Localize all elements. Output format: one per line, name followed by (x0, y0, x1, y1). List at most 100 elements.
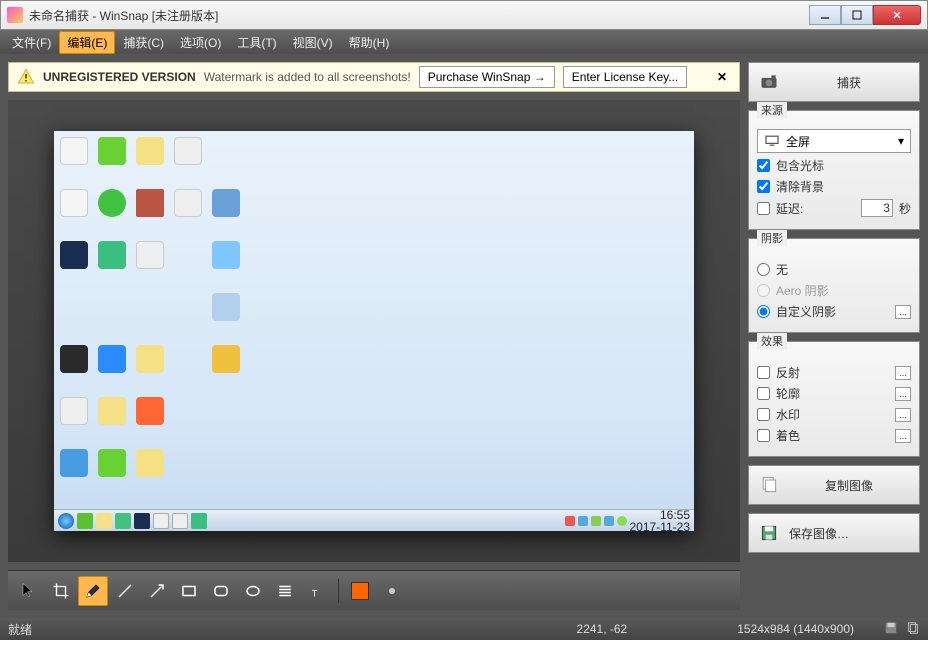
capture-button[interactable]: 捕获 (748, 62, 920, 102)
desktop-icon (98, 345, 126, 373)
include-cursor-checkbox[interactable] (757, 159, 770, 172)
save-image-button[interactable]: 保存图像… (748, 513, 920, 553)
monitor-icon (764, 135, 780, 147)
shadow-none-radio[interactable] (757, 263, 770, 276)
desktop-icon (212, 345, 240, 373)
source-mode-dropdown[interactable]: 全屏 ▾ (757, 129, 911, 153)
tool-rounded-rectangle[interactable] (206, 576, 236, 606)
watermark-checkbox[interactable] (757, 408, 770, 421)
status-dimensions: 1524x984 (1440x900) (737, 622, 854, 636)
preview-canvas[interactable]: 16:552017-11-23 (8, 100, 740, 562)
desktop-icon (136, 189, 164, 217)
contour-checkbox[interactable] (757, 387, 770, 400)
desktop-icon (98, 189, 126, 217)
save-icon (759, 523, 779, 543)
tool-blur[interactable] (270, 576, 300, 606)
watermark-edit-button[interactable]: ... (895, 408, 911, 422)
dropdown-caret-icon: ▾ (898, 134, 904, 148)
tool-pen[interactable] (78, 576, 108, 606)
shadow-custom-edit-button[interactable]: ... (895, 305, 911, 319)
colorize-label: 着色 (776, 427, 800, 444)
effects-group-title: 效果 (757, 333, 787, 349)
clear-background-checkbox[interactable] (757, 180, 770, 193)
desktop-icon (60, 189, 88, 217)
reflection-label: 反射 (776, 364, 800, 381)
desktop-icon (212, 241, 240, 269)
close-button[interactable] (873, 5, 921, 25)
enter-license-button[interactable]: Enter License Key... (563, 66, 688, 88)
desktop-icon (212, 189, 240, 217)
reflection-edit-button[interactable]: ... (895, 366, 911, 380)
contour-label: 轮廓 (776, 385, 800, 402)
desktop-icon (98, 449, 126, 477)
delay-checkbox[interactable] (757, 202, 770, 215)
copy-image-label: 复制图像 (789, 477, 909, 494)
status-save-icon[interactable] (884, 621, 898, 638)
maximize-button[interactable] (841, 5, 873, 25)
save-image-label: 保存图像… (789, 525, 909, 542)
banner-close-button[interactable]: ✕ (713, 70, 731, 84)
screenshot-preview: 16:552017-11-23 (54, 131, 694, 531)
svg-text:T: T (312, 588, 318, 598)
source-mode-value: 全屏 (786, 133, 810, 150)
menu-tools[interactable]: 工具(T) (229, 31, 284, 54)
tool-text[interactable]: T (302, 576, 332, 606)
desktop-icon (60, 345, 88, 373)
app-icon (7, 7, 23, 23)
tool-pointer[interactable] (14, 576, 44, 606)
colorize-edit-button[interactable]: ... (895, 429, 911, 443)
tool-size[interactable] (377, 576, 407, 606)
source-group-title: 来源 (757, 102, 787, 118)
window-titlebar: 未命名捕获 - WinSnap [未注册版本] (0, 0, 928, 30)
desktop-icon (174, 189, 202, 217)
camera-icon (759, 72, 779, 92)
menu-help[interactable]: 帮助(H) (341, 31, 398, 54)
statusbar: 就绪 2241, -62 1524x984 (1440x900) (0, 618, 928, 640)
desktop-icon (136, 241, 164, 269)
copy-image-button[interactable]: 复制图像 (748, 465, 920, 505)
shadow-aero-radio (757, 284, 770, 297)
clear-background-label: 清除背景 (776, 178, 824, 195)
status-coords: 2241, -62 (577, 622, 628, 636)
tool-line[interactable] (110, 576, 140, 606)
unregistered-title: UNREGISTERED VERSION (43, 70, 196, 84)
warning-icon (17, 68, 35, 86)
reflection-checkbox[interactable] (757, 366, 770, 379)
menubar: 文件(F) 编辑(E) 捕获(C) 选项(O) 工具(T) 视图(V) 帮助(H… (0, 30, 928, 54)
status-copy-icon[interactable] (906, 621, 920, 638)
tool-rectangle[interactable] (174, 576, 204, 606)
drawing-toolbar: T (8, 570, 740, 610)
menu-options[interactable]: 选项(O) (172, 31, 229, 54)
delay-input[interactable] (861, 199, 893, 217)
tool-color[interactable] (345, 576, 375, 606)
desktop-icon (174, 137, 202, 165)
right-panel: 捕获 来源 全屏 ▾ 包含光标 清除背景 延迟: 秒 (748, 54, 928, 618)
menu-capture[interactable]: 捕获(C) (115, 31, 172, 54)
desktop-icon (60, 137, 88, 165)
desktop-icon (212, 293, 240, 321)
minimize-button[interactable] (809, 5, 841, 25)
desktop-icon (136, 449, 164, 477)
tool-crop[interactable] (46, 576, 76, 606)
delay-unit: 秒 (899, 200, 911, 217)
desktop-icon (60, 449, 88, 477)
menu-view[interactable]: 视图(V) (285, 31, 341, 54)
shadow-aero-label: Aero 阴影 (776, 282, 829, 299)
desktop-icon (60, 241, 88, 269)
shadow-custom-radio[interactable] (757, 305, 770, 318)
tool-arrow[interactable] (142, 576, 172, 606)
tool-ellipse[interactable] (238, 576, 268, 606)
unregistered-banner: UNREGISTERED VERSION Watermark is added … (8, 62, 740, 92)
include-cursor-label: 包含光标 (776, 157, 824, 174)
desktop-icon (60, 397, 88, 425)
colorize-checkbox[interactable] (757, 429, 770, 442)
menu-file[interactable]: 文件(F) (4, 31, 59, 54)
desktop-icon (98, 241, 126, 269)
taskbar: 16:552017-11-23 (54, 509, 694, 531)
capture-button-label: 捕获 (789, 74, 909, 91)
purchase-button[interactable]: Purchase WinSnap → (419, 66, 555, 88)
shadow-none-label: 无 (776, 261, 788, 278)
menu-edit[interactable]: 编辑(E) (59, 31, 115, 54)
desktop-icon (136, 397, 164, 425)
contour-edit-button[interactable]: ... (895, 387, 911, 401)
